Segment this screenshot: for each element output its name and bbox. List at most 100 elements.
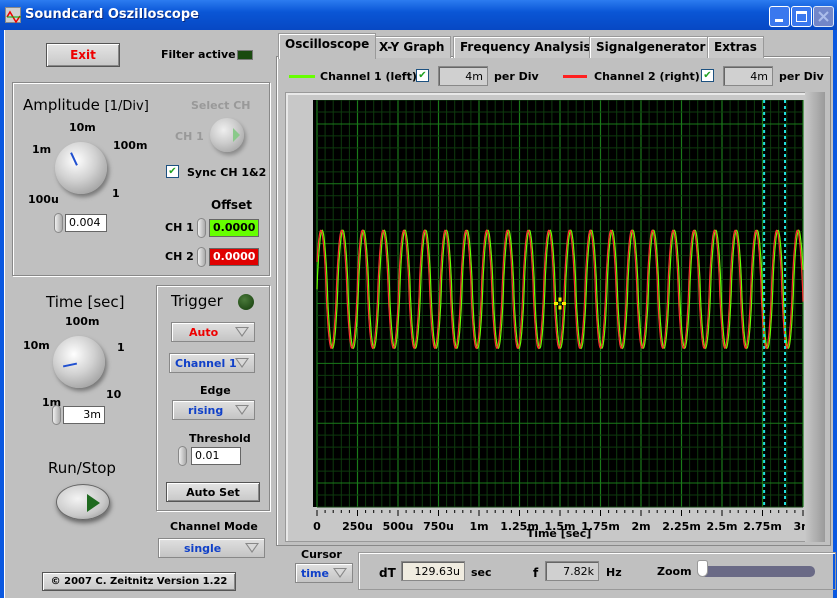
ch2-per-div-input[interactable]: 4m	[723, 66, 773, 86]
amplitude-value-input[interactable]: 0.004	[65, 214, 107, 232]
ch2-per-div-label: per Div	[779, 70, 824, 83]
x-tick-label: 1m	[469, 520, 488, 533]
f-value: 7.82k	[545, 561, 599, 581]
close-icon	[818, 11, 829, 22]
trigger-source-select[interactable]: Channel 1	[169, 353, 255, 373]
time-knob[interactable]	[53, 336, 105, 388]
ch1-label: Channel 1 (left)	[320, 70, 417, 83]
f-label: f	[533, 566, 539, 580]
trigger-led	[238, 294, 254, 310]
offset-title: Offset	[211, 198, 252, 212]
select-ch-label: Select CH	[191, 99, 251, 112]
channel-mode-select[interactable]: single	[158, 538, 265, 558]
chevron-down-icon	[245, 543, 259, 553]
tab-signalgenerator[interactable]: Signalgenerator	[589, 36, 713, 58]
time-value-input[interactable]: 3m	[63, 406, 105, 424]
tab-xy-graph[interactable]: X-Y Graph	[372, 36, 452, 58]
close-button[interactable]	[813, 6, 834, 27]
minimize-icon	[775, 19, 783, 22]
x-tick-label: 2.75m	[743, 520, 782, 533]
dt-unit: sec	[471, 566, 492, 579]
amplitude-title: Amplitude [1/Div]	[23, 96, 149, 114]
chevron-down-icon	[235, 358, 249, 368]
crosshair-arm	[554, 302, 558, 305]
trigger-source-value: Channel 1	[175, 357, 237, 370]
crosshair-arm	[562, 302, 566, 305]
x-tick-label: 2m	[631, 520, 650, 533]
maximize-button[interactable]	[791, 6, 812, 27]
f-unit: Hz	[606, 566, 622, 579]
offset-ch2-spinner[interactable]	[197, 247, 206, 267]
zoom-slider-track[interactable]	[700, 566, 815, 577]
tab-frequency-analysis[interactable]: Frequency Analysis	[453, 36, 598, 58]
filter-active-led	[237, 50, 253, 60]
chevron-down-icon	[235, 405, 249, 415]
app-icon	[5, 7, 21, 24]
client-area: Exit Filter active Amplitude [1/Div] 100…	[4, 30, 836, 598]
offset-ch1-label: CH 1	[165, 221, 194, 234]
exit-button[interactable]: Exit	[46, 43, 120, 67]
channel-mode-label: Channel Mode	[170, 520, 258, 533]
crosshair-arm	[558, 305, 562, 310]
ch2-legend-line	[563, 75, 587, 78]
channel-mode-value: single	[184, 542, 222, 555]
tab-oscilloscope[interactable]: Oscilloscope	[278, 33, 377, 59]
minimize-button[interactable]	[769, 6, 790, 27]
window-title: Soundcard Oszilloscope	[25, 7, 199, 22]
tab-extras[interactable]: Extras	[707, 36, 764, 58]
title-bar: Soundcard Oszilloscope	[0, 0, 837, 30]
amplitude-unit: [1/Div]	[104, 99, 149, 114]
cursor-mode-select[interactable]: time	[295, 563, 353, 583]
time-tick-10m: 10m	[23, 339, 50, 352]
x-axis-label: Time [sec]	[527, 527, 592, 540]
run-stop-button[interactable]	[56, 484, 110, 520]
offset-ch2-input[interactable]: 0.0000	[209, 248, 259, 266]
copyright-label: © 2007 C. Zeitnitz Version 1.22	[42, 572, 236, 591]
edge-value: rising	[188, 404, 224, 417]
trigger-title: Trigger	[171, 292, 223, 310]
offset-ch2-label: CH 2	[165, 250, 194, 263]
amplitude-spinner[interactable]	[54, 213, 63, 233]
sync-label: Sync CH 1&2	[187, 166, 267, 179]
run-stop-label: Run/Stop	[48, 459, 116, 477]
ch1-per-div-input[interactable]: 4m	[438, 66, 488, 86]
app-window: Soundcard Oszilloscope Exit Filter activ…	[0, 0, 837, 598]
edge-label: Edge	[200, 384, 231, 397]
trigger-group	[156, 285, 270, 511]
cursor-mode-value: time	[301, 567, 329, 580]
sync-checkbox[interactable]: ✔	[166, 165, 179, 178]
threshold-label: Threshold	[189, 432, 251, 445]
ch1-per-div-label: per Div	[494, 70, 539, 83]
ch1-legend-line	[289, 75, 315, 78]
x-tick-label: 2.5m	[707, 520, 738, 533]
x-tick-label: 250u	[342, 520, 373, 533]
ch2-checkbox[interactable]: ✔	[701, 69, 714, 82]
auto-set-button[interactable]: Auto Set	[166, 482, 260, 502]
amplitude-knob[interactable]	[55, 142, 107, 194]
play-icon	[87, 494, 100, 512]
time-title: Time [sec]	[46, 293, 125, 311]
threshold-spinner[interactable]	[178, 446, 187, 466]
ch2-label: Channel 2 (right)	[594, 70, 700, 83]
chevron-down-icon	[333, 568, 347, 578]
time-tick-100m: 100m	[65, 315, 100, 328]
offset-ch1-spinner[interactable]	[197, 218, 206, 238]
trigger-mode-select[interactable]: Auto	[171, 322, 255, 342]
select-ch-value: CH 1	[175, 130, 204, 143]
offset-ch1-input[interactable]: 0.0000	[209, 219, 259, 237]
ch1-checkbox[interactable]: ✔	[416, 69, 429, 82]
oscilloscope-graph[interactable]: 0 250u 500u 750u 1m 1.25m 1.5m 1.75m 2m 2.25m 2.5m…	[313, 100, 805, 545]
threshold-input[interactable]: 0.01	[191, 447, 241, 465]
select-ch-toggle[interactable]	[210, 118, 244, 152]
zoom-label: Zoom	[657, 565, 692, 578]
amp-tick-1: 1	[112, 187, 120, 200]
amp-tick-100u: 100u	[28, 193, 59, 206]
zoom-slider-handle[interactable]	[697, 560, 708, 577]
edge-select[interactable]: rising	[172, 400, 255, 420]
amp-tick-10m: 10m	[69, 121, 96, 134]
knob-pointer	[62, 362, 78, 368]
knob-pointer	[70, 152, 78, 166]
amplitude-title-text: Amplitude	[23, 96, 100, 114]
amp-tick-100m: 100m	[113, 139, 148, 152]
time-spinner[interactable]	[52, 405, 61, 425]
